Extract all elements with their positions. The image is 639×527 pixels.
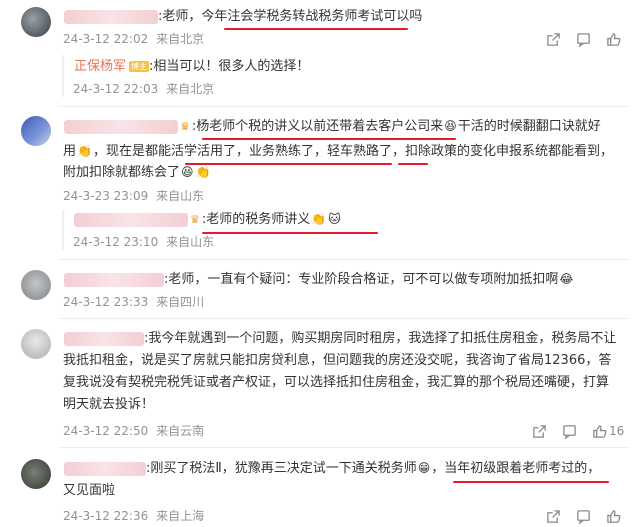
- comment-icon[interactable]: [561, 423, 577, 439]
- divider: [58, 318, 629, 319]
- crown-icon: ♛: [180, 120, 190, 133]
- comment-text: :老师，一直有个疑问：专业阶段合格证，可不可以做专项附加抵扣啊😂: [164, 269, 574, 290]
- comment-icon[interactable]: [575, 508, 591, 524]
- laugh-emoji-icon: 😂: [559, 272, 574, 286]
- comment-time: 24-3-12 23:33: [63, 295, 149, 309]
- avatar[interactable]: [21, 459, 51, 489]
- like-icon[interactable]: [591, 423, 607, 439]
- avatar[interactable]: [21, 116, 51, 146]
- comment-text-line2: 我抵扣租金，说是买了房就只能扣房贷利息，但问题我的房还没交呢，我咨询了省局123…: [63, 353, 612, 368]
- comment-text-line1: :我今年就遇到一个问题，购买期房同时租房，我选择了扣抵住房租金，税务局不让: [144, 331, 617, 346]
- comment-time: 24-3-12 22:50: [63, 424, 149, 438]
- grin-emoji-icon: 😁: [417, 461, 431, 475]
- reply-location: 来自北京: [166, 82, 215, 96]
- comment-body: 附加扣除就都练会了: [63, 165, 181, 180]
- comment-text-line1: ♛:杨老师个税的讲义以前还带着去客户公司来😆干活的时候翻翻口诀就好: [178, 116, 601, 137]
- grin-emoji-icon: 😆: [444, 119, 457, 133]
- comment-meta: 24-3-23 23:09 来自山东: [63, 188, 204, 204]
- reply-text: ♛:老师的税务师讲义👏 🐱: [188, 209, 342, 230]
- comment-body: :老师，一直有个疑问：专业阶段合格证，可不可以做专项附加抵扣啊: [164, 272, 559, 287]
- comment-body: :刚买了税法Ⅱ，犹豫再三决定试一下通关税务师: [146, 461, 417, 476]
- highlight-underline: [202, 232, 378, 234]
- divider: [58, 447, 629, 448]
- reply-location: 来自山东: [166, 235, 215, 249]
- comment-meta: 24-3-12 23:33 来自四川: [63, 294, 204, 310]
- reply-body: :相当可以！很多人的选择！: [149, 59, 310, 74]
- share-icon[interactable]: [545, 508, 561, 524]
- clap-emoji-icon: 👏: [311, 212, 327, 226]
- like-icon[interactable]: [605, 31, 621, 47]
- comment-icon[interactable]: [575, 31, 591, 47]
- comment-time: 24-3-23 23:09: [63, 189, 149, 203]
- username-blurred[interactable]: [64, 120, 178, 134]
- comment-time: 24-3-12 22:02: [63, 32, 149, 46]
- highlight-underline: [453, 481, 609, 483]
- reply-time: 24-3-12 22:03: [73, 82, 159, 96]
- reply-bar: [62, 55, 64, 97]
- comment-body-cont: ，当年初级跟着老师考过的，: [431, 461, 601, 476]
- clap-emoji-icon: 👏: [77, 144, 92, 158]
- comment-meta: 24-3-12 22:50 来自云南: [63, 423, 204, 439]
- blogger-badge: 博主: [129, 61, 150, 72]
- comment-location: 来自上海: [156, 509, 205, 523]
- grin-emoji-icon: 😆: [181, 165, 194, 179]
- comment-actions: [531, 31, 621, 47]
- comment-text-line1: :刚买了税法Ⅱ，犹豫再三决定试一下通关税务师😁，当年初级跟着老师考过的，: [146, 458, 600, 479]
- username-blurred[interactable]: [64, 332, 144, 346]
- reply-bar: [62, 210, 64, 250]
- like-count: 16: [609, 424, 625, 438]
- crown-icon: ♛: [190, 213, 200, 226]
- comment-actions: 16: [517, 423, 624, 439]
- avatar[interactable]: [21, 270, 51, 300]
- reply-author-blurred[interactable]: [74, 213, 188, 227]
- username-blurred[interactable]: [64, 10, 158, 24]
- highlight-underline: [398, 163, 428, 165]
- highlight-underline: [185, 163, 392, 165]
- comment-text-line4: 明天就去投诉！: [63, 397, 155, 412]
- avatar[interactable]: [21, 329, 51, 359]
- avatar[interactable]: [21, 7, 51, 37]
- cat-emoji-icon: 🐱: [328, 212, 341, 226]
- comment-text-line3: 附加扣除就都练会了😆 👏: [63, 162, 211, 183]
- clap-emoji-icon: 👏: [195, 165, 211, 179]
- comment-text: :老师，今年注会学税务转战税务师考试可以吗: [158, 9, 423, 24]
- divider: [58, 106, 629, 107]
- reply-time: 24-3-12 23:10: [73, 235, 159, 249]
- reply-meta: 24-3-12 22:03 来自北京: [73, 81, 214, 97]
- comment-body: 用: [63, 144, 77, 159]
- comment-text-line3: 复我说没有契税完税凭证或者产权证，可以选择抵扣住房租金，我汇算的那个税局还嘴硬，…: [63, 375, 610, 390]
- username-blurred[interactable]: [64, 462, 146, 476]
- comment-location: 来自云南: [156, 424, 205, 438]
- divider: [58, 259, 629, 260]
- reply-text: 正保杨军 博主:相当可以！很多人的选择！: [74, 56, 309, 77]
- share-icon[interactable]: [531, 423, 547, 439]
- comment-meta: 24-3-12 22:02 来自北京: [63, 31, 204, 47]
- username-blurred[interactable]: [64, 273, 164, 287]
- comment-meta: 24-3-12 22:36 来自上海: [63, 508, 204, 524]
- reply-author[interactable]: 正保杨军: [74, 59, 126, 74]
- comment-body: :杨老师个税的讲义以前还带着去客户公司来: [191, 119, 444, 134]
- comment-text-line2: 又见面啦: [63, 483, 116, 498]
- comment-location: 来自北京: [156, 32, 205, 46]
- reply-body: :老师的税务师讲义: [201, 212, 311, 227]
- reply-meta: 24-3-12 23:10 来自山东: [73, 234, 214, 250]
- highlight-underline: [224, 28, 408, 30]
- comment-text-line2: 用👏，现在是都能活学活用了，业务熟练了，轻车熟路了，扣除政策的变化申报系统都能看…: [63, 141, 613, 162]
- like-icon[interactable]: [605, 508, 621, 524]
- comment-time: 24-3-12 22:36: [63, 509, 149, 523]
- comment-body-cont: 干活的时候翻翻口诀就好: [457, 119, 601, 134]
- highlight-underline: [202, 138, 456, 140]
- comment-location: 来自山东: [156, 189, 205, 203]
- comment-location: 来自四川: [156, 295, 205, 309]
- comment-actions: [531, 508, 621, 524]
- comment-body-cont: ，现在是都能活学活用了，业务熟练了，轻车熟路了，扣除政策的变化申报系统都能看到，: [92, 144, 613, 159]
- share-icon[interactable]: [545, 31, 561, 47]
